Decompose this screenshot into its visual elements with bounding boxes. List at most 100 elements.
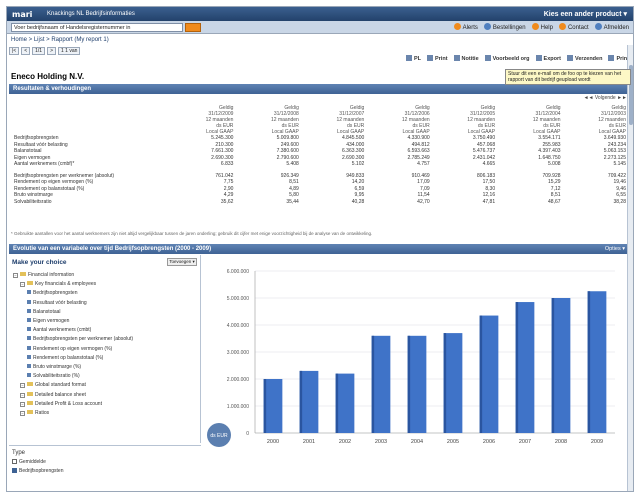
type-option-average[interactable]: Gemiddelde [12, 459, 46, 465]
x-tick-label: 2005 [447, 439, 459, 445]
tree-item[interactable]: Rendement op eigen vermogen (%) [13, 345, 197, 354]
folder-icon [20, 272, 26, 276]
tree-item-label: Detailed Profit & Loss account [35, 400, 102, 407]
footnote: * Gebruikte aantallen voor het aantal we… [11, 231, 373, 236]
tree-item[interactable]: − Ratios [13, 409, 197, 418]
column-header: Geldig 31/12/2009 12 maanden ds EUR Local GA… [205, 105, 234, 135]
action-button[interactable]: PL [406, 55, 421, 62]
table-cell: 35,62 [220, 198, 234, 205]
add-variable-button[interactable]: Toevoegen ▾ [167, 258, 197, 266]
chart-options-button[interactable]: Opties ▾ [605, 244, 625, 254]
afmelden-icon [594, 23, 602, 30]
search-input[interactable]: Voer bedrijfsnaam of Handelsregisternumm… [11, 23, 183, 32]
action-button[interactable]: Export [536, 55, 561, 62]
tree-item[interactable]: Balanstotaal [13, 308, 197, 317]
bar-shade [551, 298, 555, 433]
top-link-bestellingen[interactable]: Bestellingen [483, 23, 526, 31]
variable-icon [27, 290, 31, 295]
action-button[interactable]: Print [608, 55, 629, 62]
pager-control[interactable]: 1/1 [32, 47, 46, 55]
tree-item[interactable]: Solvabiliteitsratio (%) [13, 372, 197, 381]
chooser-title: Make your choice [12, 259, 67, 266]
table-cell: 47,81 [482, 198, 496, 205]
top-link-help[interactable]: Help [531, 23, 553, 31]
tree-item[interactable]: − Global standard format [13, 381, 197, 390]
variable-icon [27, 318, 31, 323]
pager-control[interactable]: < [21, 47, 31, 55]
action-button[interactable]: Voorbeeld org [485, 55, 530, 62]
bar-chart-svg: 0 1.000.000 2.000.000 3.000.000 4.000.000 5.0… [207, 269, 615, 447]
variable-icon [27, 354, 31, 359]
choose-product-button[interactable]: Kies een ander product ▾ [544, 10, 627, 18]
tree-item-label: Solvabiliteitsratio (%) [33, 373, 80, 380]
pager-control[interactable]: > [47, 47, 57, 55]
action-button[interactable]: Print [427, 55, 448, 62]
expand-toggle-icon[interactable]: − [20, 411, 25, 417]
tree-item[interactable]: Bedrijfsopbrengsten [13, 289, 197, 298]
type-option-revenue[interactable]: Bedrijfsopbrengsten [12, 468, 63, 474]
variable-icon [27, 345, 31, 350]
tree-item[interactable]: Aantal werknemers (cmbt) [13, 326, 197, 335]
expand-toggle-icon[interactable]: − [20, 383, 25, 389]
page-scrollbar[interactable] [627, 45, 633, 491]
tree-item[interactable]: − Detailed Profit & Loss account [13, 400, 197, 409]
tree-item[interactable]: − Detailed balance sheet [13, 391, 197, 400]
top-link-contact[interactable]: Contact [558, 23, 589, 31]
pager-control[interactable]: |< [9, 47, 20, 55]
top-link-label: Contact [567, 25, 589, 31]
tree-item[interactable]: − Financial information [13, 271, 197, 280]
bar-shade [407, 335, 411, 433]
tree-item-label: Bedrijfsopbrengsten [33, 290, 78, 297]
action-button[interactable]: Notitie [454, 55, 479, 62]
bar-shade [587, 291, 591, 433]
report-actions: PL Print Notitie Voorbeeld org Export Verzend… [406, 55, 629, 62]
tree-item-label: Rendement op eigen vermogen (%) [33, 345, 113, 352]
action-button[interactable]: Verzenden [567, 55, 603, 62]
expand-toggle-icon[interactable]: − [13, 273, 18, 278]
bar-2009 [587, 291, 607, 433]
variable-chooser: Make your choice Toevoegen ▾ − Financial … [9, 255, 201, 443]
tree-item-label: Bedrijfsopbrengsten per werknemer (absol… [33, 336, 134, 343]
company-name: Eneco Holding N.V. [11, 72, 85, 81]
search-go-button[interactable] [185, 23, 201, 32]
app-title: Knackings NL Bedrijfsinformaties [47, 11, 135, 17]
tree-item[interactable]: − Key financials & employees [13, 280, 197, 289]
top-links: Alerts Bestellingen Help Contact Afmelden [453, 23, 629, 31]
app-logo[interactable]: mari [12, 10, 32, 19]
variable-icon [27, 308, 31, 313]
type-panel: Type Gemiddelde Bedrijfsopbrengsten [9, 445, 201, 491]
tree-item[interactable]: Bruto winstmarge (%) [13, 363, 197, 372]
x-tick-label: 2003 [375, 439, 387, 445]
tree-item[interactable]: Rendement op balanstotaal (%) [13, 354, 197, 363]
y-tick-label: 0 [246, 431, 249, 437]
top-link-alerts[interactable]: Alerts [453, 23, 478, 31]
breadcrumb[interactable]: Home > Lijst > Rapport (My report 1) [7, 35, 633, 45]
variable-icon [27, 336, 31, 341]
pager-control[interactable]: 1 1 van [58, 47, 81, 55]
table-cell: 42,70 [417, 198, 430, 205]
bar-2004 [407, 335, 427, 433]
expand-toggle-icon[interactable]: − [20, 392, 25, 398]
bar-shade [263, 379, 267, 433]
tree-item[interactable]: Resultaat vóór belasting [13, 299, 197, 308]
x-tick-label: 2001 [303, 439, 315, 445]
pager: |< <1/1 >1 1 van [9, 47, 119, 56]
column-header: Geldig 31/12/2006 12 maanden ds EUR Local GA… [401, 105, 430, 135]
expand-toggle-icon[interactable]: − [20, 282, 25, 288]
column-header: Geldig 31/12/2004 12 maanden ds EUR Local GA… [532, 105, 561, 135]
x-tick-label: 2006 [483, 439, 495, 445]
row-label: Solvabiliteitsratio [14, 198, 52, 205]
bar-2006 [479, 315, 499, 433]
bar-2001 [299, 370, 319, 433]
tree-item[interactable]: Eigen vermogen [13, 317, 197, 326]
expand-toggle-icon[interactable]: − [20, 401, 25, 407]
results-section-header[interactable]: Resultaten & verhoudingen [9, 84, 631, 94]
checkbox[interactable] [12, 459, 17, 464]
y-tick-label: 2.000.000 [227, 377, 249, 383]
tree-item[interactable]: Bedrijfsopbrengsten per werknemer (absol… [13, 335, 197, 344]
top-bar: mari Knackings NL Bedrijfsinformaties Ki… [7, 7, 633, 21]
top-link-label: Afmelden [603, 25, 629, 31]
folder-icon [27, 400, 33, 405]
top-link-afmelden[interactable]: Afmelden [594, 23, 629, 31]
checkbox[interactable] [12, 468, 17, 473]
